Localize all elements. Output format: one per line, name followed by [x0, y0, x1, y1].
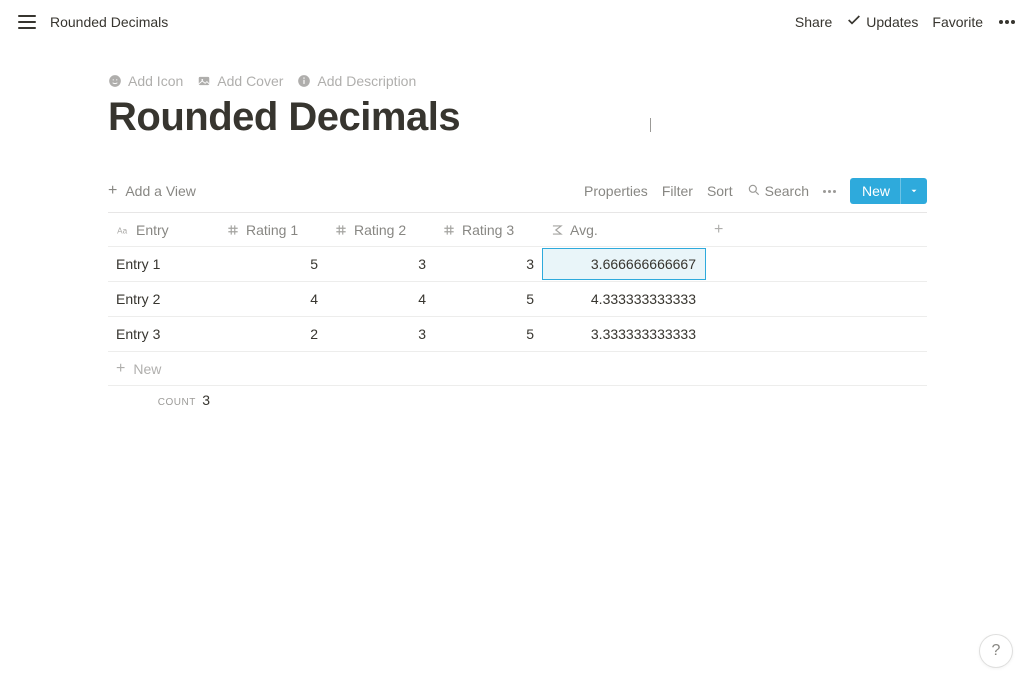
cell-rating1[interactable]: 5 — [218, 248, 326, 280]
breadcrumb[interactable]: Rounded Decimals — [50, 14, 168, 30]
plus-icon: + — [116, 361, 125, 377]
column-avg[interactable]: Avg. — [542, 214, 706, 246]
add-cover-label: Add Cover — [217, 73, 283, 89]
table-footer: COUNT 3 — [108, 386, 927, 414]
new-label: New — [850, 183, 900, 199]
add-description-button[interactable]: Add Description — [297, 73, 416, 89]
add-icon-label: Add Icon — [128, 73, 183, 89]
table-row[interactable]: Entry 3 2 3 5 3.333333333333 — [108, 317, 927, 352]
cell-entry[interactable]: Entry 1 — [108, 248, 218, 280]
column-entry[interactable]: Aa Entry — [108, 214, 218, 246]
properties-button[interactable]: Properties — [584, 183, 648, 199]
svg-text:Aa: Aa — [117, 226, 127, 235]
menu-icon[interactable] — [18, 15, 36, 29]
help-button[interactable]: ? — [979, 634, 1013, 668]
add-icon-button[interactable]: Add Icon — [108, 73, 183, 89]
cell-rating1[interactable]: 2 — [218, 318, 326, 350]
add-view-label: Add a View — [125, 183, 196, 199]
column-rating1[interactable]: Rating 1 — [218, 214, 326, 246]
add-column-button[interactable]: + — [706, 214, 746, 246]
count-value: 3 — [202, 392, 210, 408]
cell-rating1[interactable]: 4 — [218, 283, 326, 315]
col-entry-label: Entry — [136, 222, 169, 238]
cell-rating3[interactable]: 5 — [434, 318, 542, 350]
plus-icon: + — [108, 183, 117, 199]
plus-icon: + — [714, 222, 723, 238]
cell-rating3[interactable]: 3 — [434, 248, 542, 280]
cell-avg[interactable]: 4.333333333333 — [542, 283, 706, 315]
page-title[interactable]: Rounded Decimals — [108, 95, 927, 140]
add-description-label: Add Description — [317, 73, 416, 89]
updates-label: Updates — [866, 14, 918, 30]
database-table: Aa Entry Rating 1 Rating 2 Rating 3 Avg.… — [108, 212, 927, 414]
new-row-label: New — [133, 361, 161, 377]
table-row[interactable]: Entry 1 5 3 3 3.666666666667 — [108, 247, 927, 282]
share-button[interactable]: Share — [795, 14, 832, 30]
cell-avg[interactable]: 3.666666666667 — [542, 248, 706, 280]
cell-rating2[interactable]: 4 — [326, 283, 434, 315]
cell-rating2[interactable]: 3 — [326, 318, 434, 350]
cell-entry[interactable]: Entry 3 — [108, 318, 218, 350]
cell-rating2[interactable]: 3 — [326, 248, 434, 280]
col-rating3-label: Rating 3 — [462, 222, 514, 238]
new-row-button[interactable]: + New — [108, 352, 927, 386]
search-label: Search — [765, 183, 809, 199]
search-button[interactable]: Search — [747, 183, 809, 200]
search-icon — [747, 183, 761, 200]
add-cover-button[interactable]: Add Cover — [197, 73, 283, 89]
check-icon — [846, 12, 862, 31]
more-icon[interactable] — [997, 20, 1017, 24]
text-cursor — [650, 118, 651, 132]
cell-entry[interactable]: Entry 2 — [108, 283, 218, 315]
col-avg-label: Avg. — [570, 222, 598, 238]
col-rating2-label: Rating 2 — [354, 222, 406, 238]
table-row[interactable]: Entry 2 4 4 5 4.333333333333 — [108, 282, 927, 317]
count-summary[interactable]: COUNT 3 — [108, 392, 218, 408]
updates-button[interactable]: Updates — [846, 12, 918, 31]
new-button[interactable]: New — [850, 178, 927, 204]
sort-button[interactable]: Sort — [707, 183, 733, 199]
col-rating1-label: Rating 1 — [246, 222, 298, 238]
cell-avg[interactable]: 3.333333333333 — [542, 318, 706, 350]
column-rating3[interactable]: Rating 3 — [434, 214, 542, 246]
filter-button[interactable]: Filter — [662, 183, 693, 199]
chevron-down-icon[interactable] — [900, 178, 927, 204]
cell-rating3[interactable]: 5 — [434, 283, 542, 315]
db-more-icon[interactable] — [823, 190, 836, 193]
favorite-button[interactable]: Favorite — [932, 14, 983, 30]
count-label: COUNT — [158, 397, 196, 408]
add-view-button[interactable]: + Add a View — [108, 183, 196, 199]
column-rating2[interactable]: Rating 2 — [326, 214, 434, 246]
table-header: Aa Entry Rating 1 Rating 2 Rating 3 Avg.… — [108, 213, 927, 247]
